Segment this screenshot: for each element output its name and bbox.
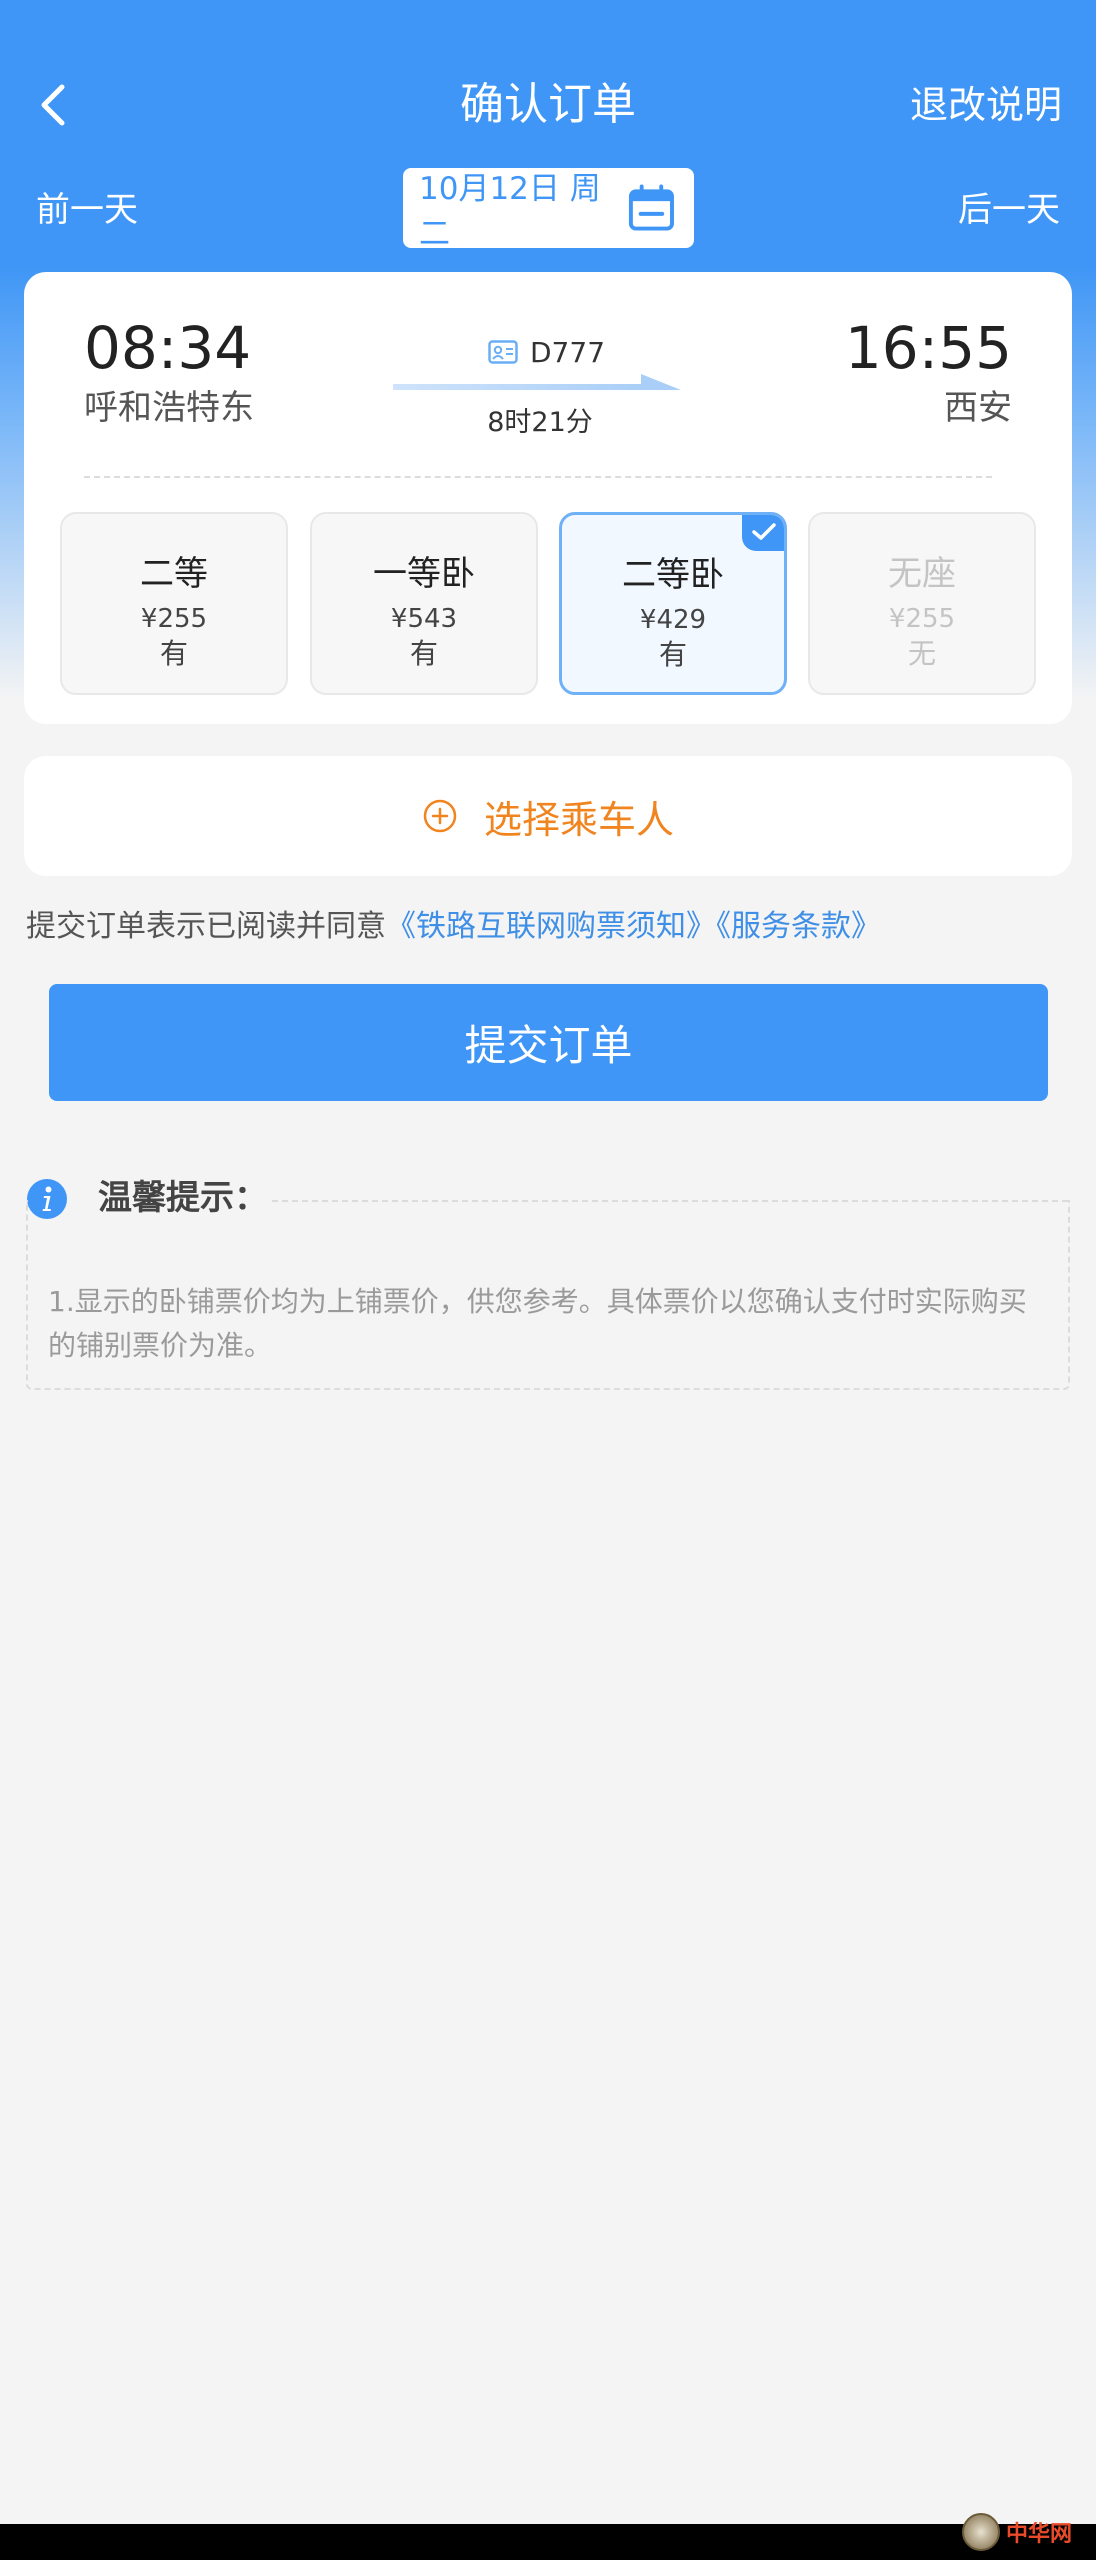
seat-option-second-class[interactable]: 二等 ¥255 有 [60, 512, 288, 695]
divider [84, 476, 992, 478]
select-passenger-label: 选择乘车人 [483, 797, 674, 842]
checkmark-icon [752, 523, 776, 540]
prev-day-button[interactable]: 前一天 [36, 180, 138, 240]
watermark: 中华网 [962, 2512, 1082, 2552]
seat-name: 无座 [888, 554, 956, 594]
service-terms-link[interactable]: 《服务条款》 [716, 909, 881, 944]
date-picker[interactable]: 10月12日 周二 [403, 168, 694, 252]
seat-price: ¥429 [639, 605, 707, 635]
arrival-time: 16:55 [844, 314, 1012, 382]
agreement-prefix: 提交订单表示已阅读并同意 [26, 909, 386, 944]
route-arrow-icon [393, 374, 681, 390]
back-button[interactable] [22, 70, 84, 140]
watermark-text: 中华网 [1006, 2522, 1073, 2547]
seat-availability: 无 [907, 637, 936, 670]
seat-price: ¥543 [390, 604, 458, 634]
system-navigation-bar [0, 2524, 1096, 2560]
seat-option-second-sleeper[interactable]: 二等卧 ¥429 有 [559, 512, 787, 695]
seat-name: 一等卧 [373, 554, 475, 594]
seat-option-first-sleeper[interactable]: 一等卧 ¥543 有 [310, 512, 538, 695]
id-card-icon [488, 340, 518, 364]
seat-name: 二等 [140, 554, 208, 594]
departure-station: 呼和浩特东 [84, 388, 254, 428]
watermark-logo-icon [962, 2513, 1000, 2551]
tips-text: 1.显示的卧铺票价均为上铺票价，供您参考。具体票价以您确认支付时实际购买的铺别票… [48, 1285, 1027, 1362]
seat-availability: 有 [658, 638, 687, 671]
next-day-button[interactable]: 后一天 [958, 180, 1060, 240]
seat-option-no-seat[interactable]: 无座 ¥255 无 [808, 512, 1036, 695]
calendar-icon [629, 184, 675, 231]
submit-order-button[interactable]: 提交订单 [49, 984, 1048, 1101]
agreement-text: 提交订单表示已阅读并同意《铁路互联网购票须知》《服务条款》 [26, 904, 881, 950]
plus-circle-icon [423, 799, 457, 833]
train-number-label: D777 [530, 335, 606, 369]
seat-availability: 有 [159, 637, 188, 670]
purchase-notice-link[interactable]: 《铁路互联网购票须知》 [386, 909, 716, 944]
seat-price: ¥255 [888, 604, 956, 634]
chevron-left-icon [41, 84, 65, 126]
arrival-station: 西安 [944, 388, 1012, 428]
seat-price: ¥255 [140, 604, 208, 634]
selected-badge [742, 515, 784, 551]
seat-name: 二等卧 [622, 555, 724, 595]
travel-duration: 8时21分 [487, 407, 593, 438]
date-text: 10月12日 周二 [419, 171, 601, 252]
departure-time: 08:34 [84, 314, 252, 382]
refund-policy-link[interactable]: 退改说明 [910, 70, 1062, 140]
train-number[interactable]: D777 [488, 332, 605, 372]
seat-availability: 有 [409, 637, 438, 670]
select-passenger-button[interactable]: 选择乘车人 [24, 756, 1072, 876]
